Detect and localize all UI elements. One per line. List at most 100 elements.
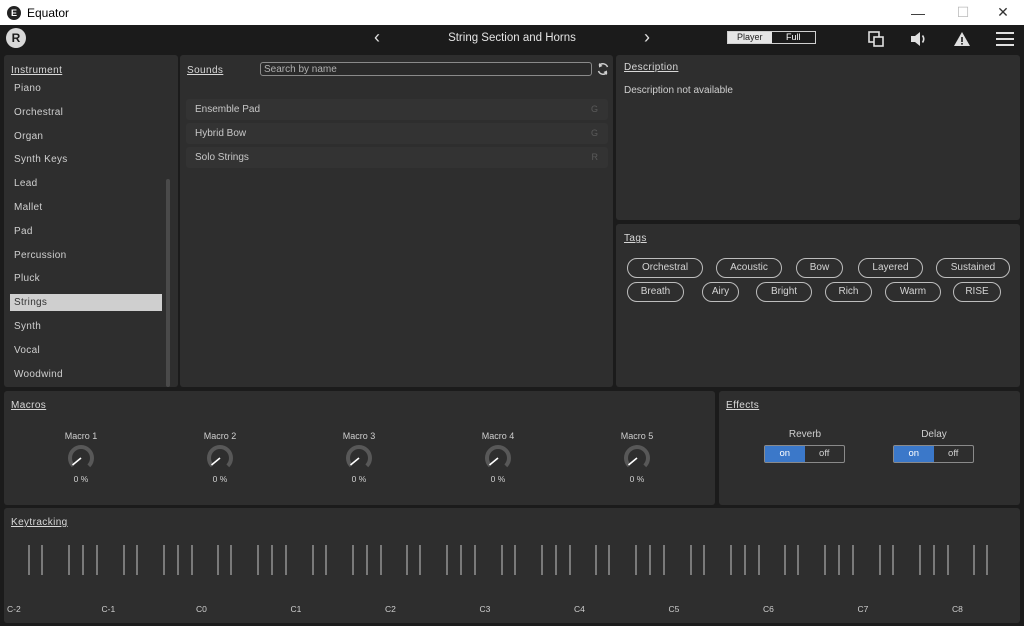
keyboard-key[interactable] <box>311 545 314 575</box>
keyboard-key[interactable] <box>635 545 637 575</box>
keyboard-key[interactable] <box>852 545 854 575</box>
keyboard-key[interactable] <box>190 545 193 575</box>
keyboard-key[interactable] <box>500 545 503 575</box>
keyboard-key[interactable] <box>784 545 786 575</box>
mode-player-button[interactable]: Player <box>728 32 772 43</box>
keyboard-key[interactable] <box>946 545 949 575</box>
keyboard-key[interactable] <box>365 545 368 575</box>
sound-row[interactable]: Solo Strings R <box>186 147 608 168</box>
keyboard-key[interactable] <box>663 545 665 575</box>
keyboard-key[interactable] <box>878 545 881 575</box>
minimize-button[interactable]: — <box>898 0 938 25</box>
keyboard-key[interactable] <box>838 545 840 575</box>
keyboard-key[interactable] <box>379 545 382 575</box>
keyboard-key[interactable] <box>176 545 179 575</box>
tag-bright[interactable]: Bright <box>756 282 812 302</box>
macro-knob[interactable] <box>622 443 652 473</box>
keyboard-key[interactable] <box>797 545 799 575</box>
close-button[interactable]: ✕ <box>983 0 1023 25</box>
keyboard-key[interactable] <box>68 545 70 575</box>
instrument-item-lead[interactable]: Lead <box>10 175 162 192</box>
macro-knob[interactable] <box>66 443 96 473</box>
keyboard-key[interactable] <box>460 545 462 575</box>
keyboard-key[interactable] <box>285 545 287 575</box>
keyboard-key[interactable] <box>608 545 610 575</box>
instrument-item-mallet[interactable]: Mallet <box>10 199 162 216</box>
tag-rise[interactable]: RISE <box>953 282 1001 302</box>
keyboard-key[interactable] <box>419 545 421 575</box>
keyboard-key[interactable] <box>122 545 125 575</box>
instrument-item-orchestral[interactable]: Orchestral <box>10 104 162 121</box>
keyboard-key[interactable] <box>217 545 219 575</box>
keyboard-key[interactable] <box>932 545 935 575</box>
instrument-item-synth[interactable]: Synth <box>10 318 162 335</box>
keyboard-key[interactable] <box>649 545 651 575</box>
tag-orchestral[interactable]: Orchestral <box>627 258 703 278</box>
keyboard-key[interactable] <box>257 545 259 575</box>
refresh-icon[interactable] <box>596 62 610 76</box>
instrument-item-strings[interactable]: Strings <box>10 294 162 312</box>
instrument-item-synth-keys[interactable]: Synth Keys <box>10 151 162 168</box>
warning-icon[interactable] <box>952 29 972 49</box>
keyboard-key[interactable] <box>743 545 746 575</box>
macro-knob[interactable] <box>205 443 235 473</box>
keyboard-key[interactable] <box>96 545 98 575</box>
instrument-item-pad[interactable]: Pad <box>10 223 162 240</box>
keyboard-key[interactable] <box>702 545 705 575</box>
keyboard-key[interactable] <box>446 545 448 575</box>
keyboard-key[interactable] <box>824 545 826 575</box>
keyboard-key[interactable] <box>324 545 327 575</box>
tag-warm[interactable]: Warm <box>885 282 941 302</box>
keyboard-key[interactable] <box>918 545 921 575</box>
keyboard-key[interactable] <box>540 545 543 575</box>
maximize-button[interactable]: ☐ <box>943 0 983 25</box>
keyboard-key[interactable] <box>513 545 516 575</box>
previous-preset-button[interactable]: ‹ <box>369 27 385 48</box>
keyboard-key[interactable] <box>162 545 165 575</box>
instrument-item-organ[interactable]: Organ <box>10 128 162 145</box>
instrument-item-vocal[interactable]: Vocal <box>10 342 162 359</box>
tag-breath[interactable]: Breath <box>627 282 684 302</box>
speaker-icon[interactable] <box>909 29 929 49</box>
effect-on-button[interactable]: on <box>894 446 934 462</box>
keyboard-key[interactable] <box>28 545 30 575</box>
tag-acoustic[interactable]: Acoustic <box>716 258 782 278</box>
keyboard-key[interactable] <box>406 545 408 575</box>
keyboard-key[interactable] <box>568 545 571 575</box>
macro-knob[interactable] <box>483 443 513 473</box>
keyboard-key[interactable] <box>891 545 894 575</box>
keyboard-key[interactable] <box>135 545 138 575</box>
instrument-item-woodwind[interactable]: Woodwind <box>10 366 162 383</box>
search-input[interactable] <box>260 62 592 76</box>
keyboard-key[interactable] <box>474 545 476 575</box>
macro-knob[interactable] <box>344 443 374 473</box>
keyboard-key[interactable] <box>82 545 84 575</box>
instrument-scrollbar[interactable] <box>166 179 170 387</box>
sound-row[interactable]: Hybrid Bow G <box>186 123 608 144</box>
menu-icon[interactable] <box>995 29 1015 49</box>
keyboard-key[interactable] <box>729 545 732 575</box>
keyboard-key[interactable] <box>41 545 43 575</box>
keyboard-key[interactable] <box>986 545 988 575</box>
keyboard-key[interactable] <box>230 545 232 575</box>
mode-full-button[interactable]: Full <box>772 32 816 43</box>
keyboard-key[interactable] <box>554 545 557 575</box>
effect-off-button[interactable]: off <box>934 446 974 462</box>
tag-airy[interactable]: Airy <box>702 282 739 302</box>
keyboard-key[interactable] <box>973 545 975 575</box>
keyboard-key[interactable] <box>595 545 597 575</box>
keyboard-key[interactable] <box>689 545 692 575</box>
tag-bow[interactable]: Bow <box>796 258 843 278</box>
effect-on-button[interactable]: on <box>765 446 805 462</box>
sound-row[interactable]: Ensemble Pad G <box>186 99 608 120</box>
instrument-item-pluck[interactable]: Pluck <box>10 270 162 287</box>
next-preset-button[interactable]: › <box>639 27 655 48</box>
tag-layered[interactable]: Layered <box>858 258 923 278</box>
instrument-item-percussion[interactable]: Percussion <box>10 247 162 264</box>
tag-rich[interactable]: Rich <box>825 282 872 302</box>
window-resize-icon[interactable] <box>866 29 886 49</box>
keyboard-key[interactable] <box>271 545 273 575</box>
keyboard-key[interactable] <box>757 545 760 575</box>
tag-sustained[interactable]: Sustained <box>936 258 1010 278</box>
keyboard-key[interactable] <box>351 545 354 575</box>
